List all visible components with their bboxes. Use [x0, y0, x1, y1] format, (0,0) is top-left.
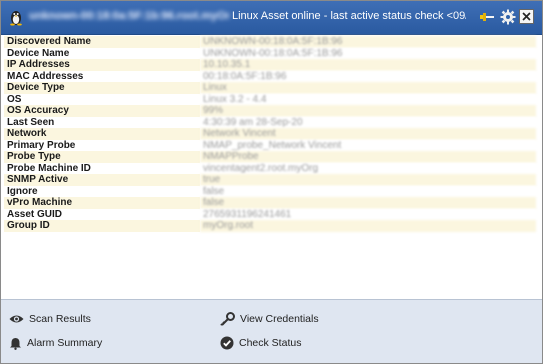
property-value: false — [200, 185, 536, 197]
alarm-summary-button[interactable]: Alarm Summary — [9, 334, 102, 352]
property-label: IP Addresses — [4, 59, 200, 71]
scan-results-button[interactable]: Scan Results — [9, 310, 91, 328]
property-value: 2765931196241461 — [200, 208, 536, 220]
property-label: MAC Addresses — [4, 70, 200, 82]
property-value: myOrg.root — [200, 220, 536, 232]
linux-tux-icon — [10, 11, 22, 26]
property-value: NMAPProbe — [200, 151, 536, 163]
property-value: 99% — [200, 105, 536, 117]
property-label: SNMP Active — [4, 174, 200, 186]
property-value: 10.10.35.1 — [200, 59, 536, 71]
property-row: Ignore false — [4, 185, 536, 197]
property-row: Group ID myOrg.root — [4, 220, 536, 232]
asset-details-window: unknown-00:18:0a:5F:1b:96.root.myOrg Lin… — [0, 0, 543, 364]
property-row: Device Name UNKNOWN-00:18:0A:5F:1B:96 — [4, 47, 536, 59]
property-label: Asset GUID — [4, 208, 200, 220]
bell-icon — [10, 337, 21, 350]
property-label: Ignore — [4, 185, 200, 197]
property-row: Discovered Name UNKNOWN-00:18:0A:5F:1B:96 — [4, 36, 536, 48]
property-value: Linux 3.2 - 4.4 — [200, 93, 536, 105]
check-circle-icon — [220, 336, 234, 350]
asset-name: unknown-00:18:0a:5F:1b:96.root.myOrg — [29, 10, 229, 22]
property-row: Asset GUID 2765931196241461 — [4, 208, 536, 220]
view-credentials-button[interactable]: View Credentials — [220, 310, 319, 328]
property-row: MAC Addresses 00:18:0A:5F:1B:96 — [4, 70, 536, 82]
property-label: Discovered Name — [4, 36, 200, 48]
property-value: Network Vincent — [200, 128, 536, 140]
property-row: Device Type Linux — [4, 82, 536, 94]
property-label: Network — [4, 128, 200, 140]
property-value: 4:30:39 am 28-Sep-20 — [200, 116, 536, 128]
property-row: IP Addresses 10.10.35.1 — [4, 59, 536, 71]
property-row: OS Linux 3.2 - 4.4 — [4, 93, 536, 105]
property-value: true — [200, 174, 536, 186]
property-label: Device Name — [4, 47, 200, 59]
property-row: Primary Probe NMAP_probe_Network Vincent — [4, 139, 536, 151]
property-value: NMAP_probe_Network Vincent — [200, 139, 536, 151]
check-status-button[interactable]: Check Status — [220, 334, 301, 352]
property-label: OS Accuracy — [4, 105, 200, 117]
property-row: Network Network Vincent — [4, 128, 536, 140]
property-label: Probe Type — [4, 151, 200, 163]
property-value: vincentagent2.root.myOrg — [200, 162, 536, 174]
check-status-label: Check Status — [239, 337, 302, 349]
property-value: false — [200, 197, 536, 209]
property-row: vPro Machine false — [4, 197, 536, 209]
gear-icon[interactable] — [500, 9, 516, 25]
property-row: Probe Machine ID vincentagent2.root.myOrg — [4, 162, 536, 174]
property-value: UNKNOWN-00:18:0A:5F:1B:96 — [200, 47, 536, 59]
title-bar[interactable]: unknown-00:18:0a:5F:1b:96.root.myOrg Lin… — [1, 1, 542, 35]
key-icon — [220, 312, 235, 326]
property-value: UNKNOWN-00:18:0A:5F:1B:96 — [200, 36, 536, 48]
action-panel: Scan Results View Credentials Alarm Summ… — [1, 299, 542, 363]
eye-icon — [9, 315, 24, 323]
property-label: Probe Machine ID — [4, 162, 200, 174]
window-title: Linux Asset online - last active status … — [232, 10, 466, 22]
property-row: Last Seen 4:30:39 am 28-Sep-20 — [4, 116, 536, 128]
asset-properties-table: Discovered Name UNKNOWN-00:18:0A:5F:1B:96… — [4, 36, 536, 232]
property-value: 00:18:0A:5F:1B:96 — [200, 70, 536, 82]
property-label: OS — [4, 93, 200, 105]
close-icon[interactable] — [519, 9, 534, 24]
alarm-summary-label: Alarm Summary — [27, 337, 103, 349]
property-label: Last Seen — [4, 116, 200, 128]
property-row: Probe Type NMAPProbe — [4, 151, 536, 163]
property-label: Primary Probe — [4, 139, 200, 151]
view-credentials-label: View Credentials — [240, 313, 319, 325]
pin-icon[interactable] — [479, 9, 495, 25]
scan-results-label: Scan Results — [29, 313, 91, 325]
property-value: Linux — [200, 82, 536, 94]
property-row: OS Accuracy 99% — [4, 105, 536, 117]
property-row: SNMP Active true — [4, 174, 536, 186]
property-label: Device Type — [4, 82, 200, 94]
property-label: Group ID — [4, 220, 200, 232]
property-label: vPro Machine — [4, 197, 200, 209]
